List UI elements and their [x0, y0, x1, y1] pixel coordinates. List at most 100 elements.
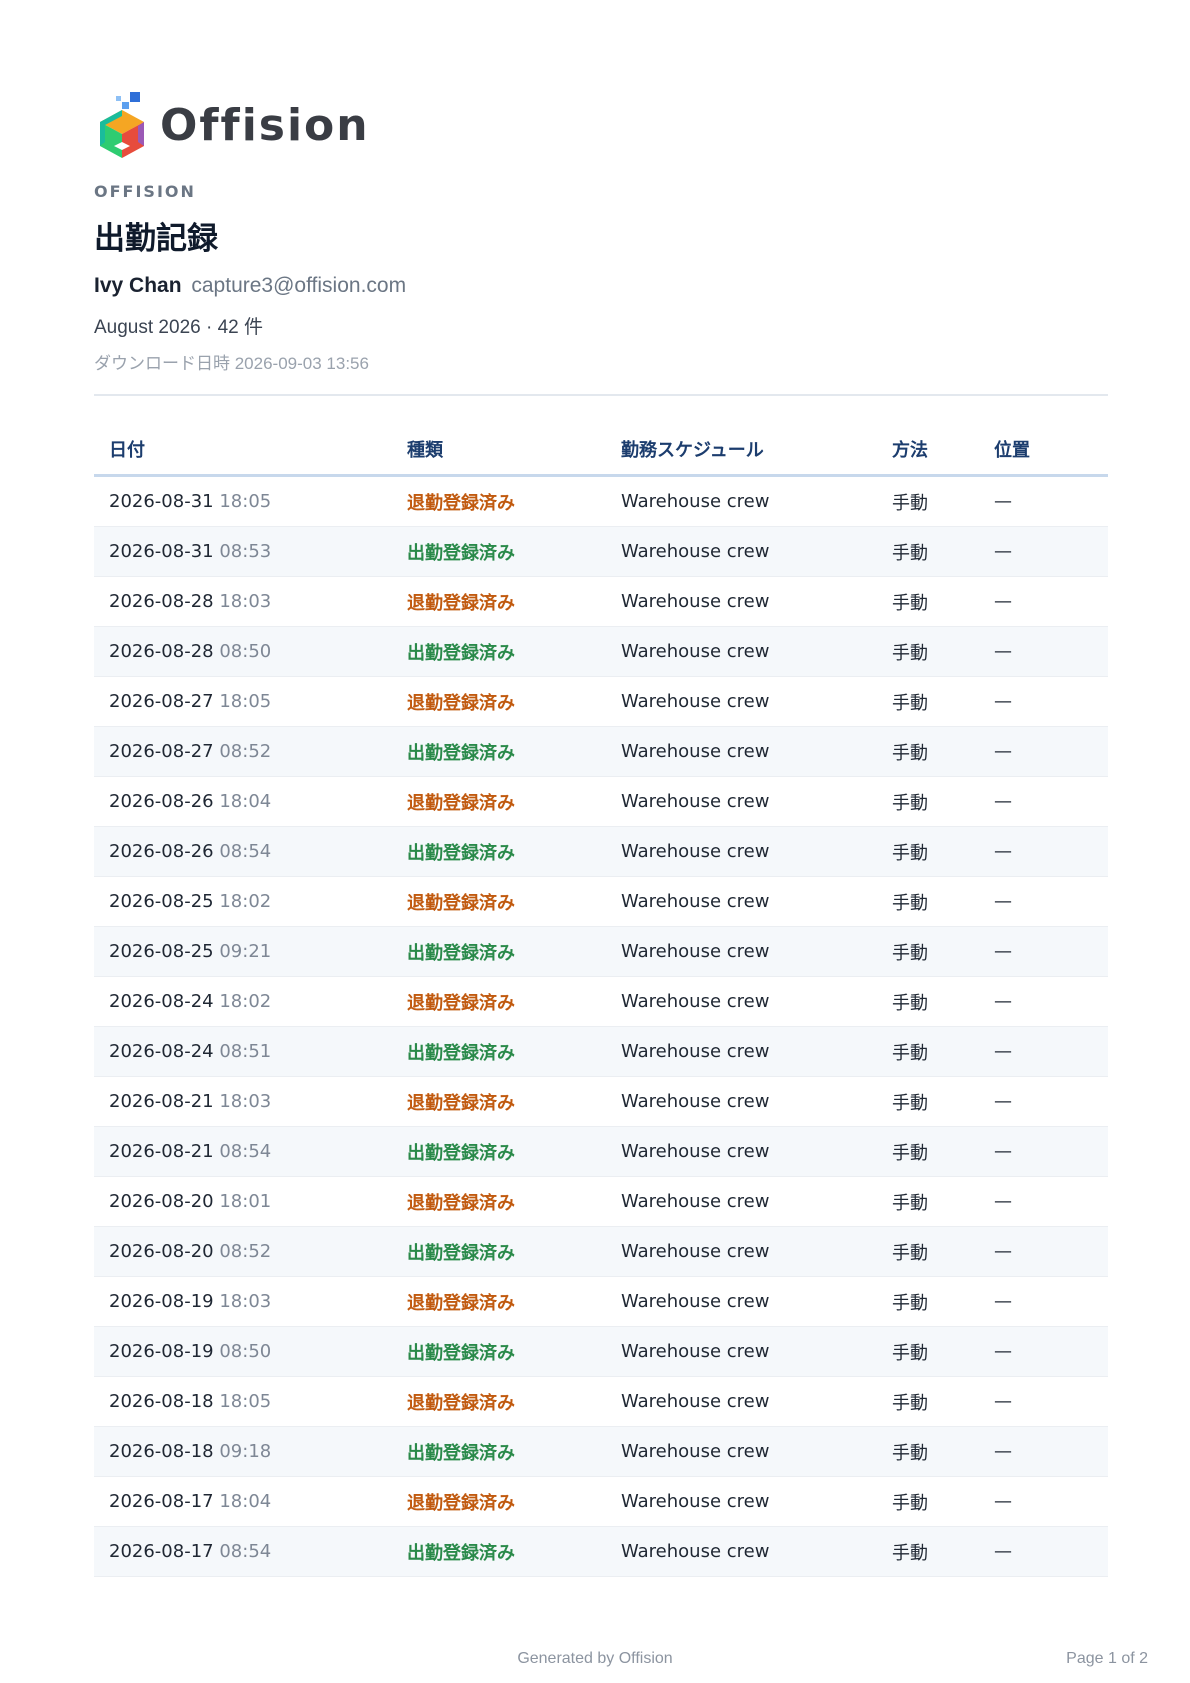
cell-location: — [979, 475, 1108, 527]
cell-location: — [979, 826, 1108, 877]
cell-location: — [979, 926, 1108, 977]
table-row: 2026-08-14 18:04退勤登録済みWarehouse crew手動— [94, 1576, 1108, 1590]
cell-location: — [979, 726, 1108, 777]
cell-method: 手動 [877, 976, 979, 1027]
column-header-method: 方法 [877, 424, 979, 477]
cell-location: — [979, 1076, 1108, 1127]
cell-schedule: Warehouse crew [606, 475, 877, 527]
cell-date: 2026-08-28 18:03 [94, 576, 392, 627]
status-badge-checkin: 出勤登録済み [392, 1426, 606, 1477]
cell-schedule: Warehouse crew [606, 1526, 877, 1577]
cell-schedule: Warehouse crew [606, 876, 877, 927]
cell-schedule: Warehouse crew [606, 576, 877, 627]
record-time: 18:05 [219, 1391, 272, 1412]
table-row: 2026-08-25 18:02 退勤登録済み Warehouse crew 手動 — [94, 876, 1108, 927]
record-date: 2026-08-20 [109, 1241, 214, 1262]
record-date: 2026-08-17 [109, 1491, 214, 1512]
cell-date: 2026-08-21 18:03 [94, 1076, 392, 1127]
page-footer: Generated by Offision Page 1 of 2 [0, 1650, 1190, 1674]
record-date: 2026-08-25 [109, 891, 214, 912]
attendance-report-page: Offision OFFISION 出勤記録 Ivy Chan capture3… [94, 88, 1108, 1590]
record-date: 2026-08-17 [109, 1541, 214, 1562]
table-row: 2026-08-27 08:52 出勤登録済み Warehouse crew 手動 — [94, 726, 1108, 777]
user-email: capture3@offision.com [191, 274, 407, 297]
table-row: 2026-08-25 09:21 出勤登録済み Warehouse crew 手動 — [94, 926, 1108, 977]
record-time: 18:04 [219, 791, 272, 812]
status-badge-checkout: 退勤登録済み [392, 1276, 606, 1327]
cell-location: — [979, 1176, 1108, 1227]
status-badge-checkin: 出勤登録済み [392, 1126, 606, 1177]
cell-location: — [979, 1276, 1108, 1327]
offision-logo-icon [100, 92, 144, 158]
record-time: 08:52 [219, 1241, 272, 1262]
cell-method: 手動 [877, 1326, 979, 1377]
status-badge-checkin: 出勤登録済み [392, 1026, 606, 1077]
status-badge-checkin: 出勤登録済み [392, 926, 606, 977]
record-time: 18:01 [219, 1191, 272, 1212]
record-time: 18:03 [219, 1291, 272, 1312]
cell-location: — [979, 776, 1108, 827]
cell-date: 2026-08-26 08:54 [94, 826, 392, 877]
cell-location: — [979, 1126, 1108, 1177]
cell-method: 手動 [877, 726, 979, 777]
table-row: 2026-08-24 18:02 退勤登録済み Warehouse crew 手動 — [94, 976, 1108, 1027]
cell-date: 2026-08-24 08:51 [94, 1026, 392, 1077]
column-header-schedule: 勤務スケジュール [606, 424, 877, 477]
cell-location: — [979, 1476, 1108, 1527]
status-badge-checkout: 退勤登録済み [392, 976, 606, 1027]
status-badge-checkout: 退勤登録済み [392, 1076, 606, 1127]
cell-location: — [979, 1026, 1108, 1077]
column-header-type: 種類 [392, 424, 606, 477]
cell-method: 手動 [877, 1276, 979, 1327]
record-time: 08:50 [219, 641, 272, 662]
record-time: 18:04 [219, 1491, 272, 1512]
status-badge-checkin: 出勤登録済み [392, 1226, 606, 1277]
page-title: 出勤記録 [94, 221, 218, 257]
record-time: 08:50 [219, 1341, 272, 1362]
page-indicator: Page 1 of 2 [1066, 1650, 1148, 1667]
column-header-location: 位置 [979, 424, 1108, 477]
record-time: 18:02 [219, 891, 272, 912]
cell-date: 2026-08-19 18:03 [94, 1276, 392, 1327]
cell-date: 2026-08-17 18:04 [94, 1476, 392, 1527]
cell-date: 2026-08-14 18:04 [94, 1576, 392, 1590]
cell-date: 2026-08-28 08:50 [94, 626, 392, 677]
cell-schedule: Warehouse crew [606, 776, 877, 827]
table-row: 2026-08-21 08:54 出勤登録済み Warehouse crew 手動 — [94, 1126, 1108, 1177]
cell-date: 2026-08-24 18:02 [94, 976, 392, 1027]
cell-method: 手動 [877, 1026, 979, 1077]
record-date: 2026-08-31 [109, 541, 214, 562]
cell-method: 手動 [877, 1576, 979, 1590]
status-badge-checkout: 退勤登録済み [392, 1376, 606, 1427]
record-date: 2026-08-31 [109, 491, 214, 512]
status-badge-checkin: 出勤登録済み [392, 1326, 606, 1377]
cell-schedule: Warehouse crew [606, 1176, 877, 1227]
status-badge-checkout: 退勤登録済み [392, 1176, 606, 1227]
cell-schedule: Warehouse crew [606, 626, 877, 677]
cell-schedule: Warehouse crew [606, 1376, 877, 1427]
record-time: 08:51 [219, 1041, 272, 1062]
cell-schedule: Warehouse crew [606, 926, 877, 977]
status-badge-checkout: 退勤登録済み [392, 475, 606, 527]
status-badge-checkout: 退勤登録済み [392, 1476, 606, 1527]
table-row: 2026-08-26 18:04 退勤登録済み Warehouse crew 手動 — [94, 776, 1108, 827]
cell-method: 手動 [877, 1076, 979, 1127]
table-row: 2026-08-19 18:03 退勤登録済み Warehouse crew 手動 — [94, 1276, 1108, 1327]
user-name: Ivy Chan [94, 274, 182, 297]
cell-method: 手動 [877, 626, 979, 677]
cell-schedule: Warehouse crew [606, 826, 877, 877]
record-date: 2026-08-28 [109, 641, 214, 662]
cell-location: — [979, 1376, 1108, 1427]
record-date: 2026-08-25 [109, 941, 214, 962]
cell-schedule: Warehouse crew [606, 1326, 877, 1377]
cell-method: 手動 [877, 475, 979, 527]
record-time: 08:54 [219, 841, 272, 862]
cell-date: 2026-08-18 18:05 [94, 1376, 392, 1427]
record-date: 2026-08-27 [109, 741, 214, 762]
cell-date: 2026-08-20 08:52 [94, 1226, 392, 1277]
table-row: 2026-08-18 09:18 出勤登録済み Warehouse crew 手動 — [94, 1426, 1108, 1477]
cell-schedule: Warehouse crew [606, 976, 877, 1027]
cell-date: 2026-08-31 08:53 [94, 526, 392, 577]
cell-schedule: Warehouse crew [606, 1226, 877, 1277]
cell-location: — [979, 1426, 1108, 1477]
